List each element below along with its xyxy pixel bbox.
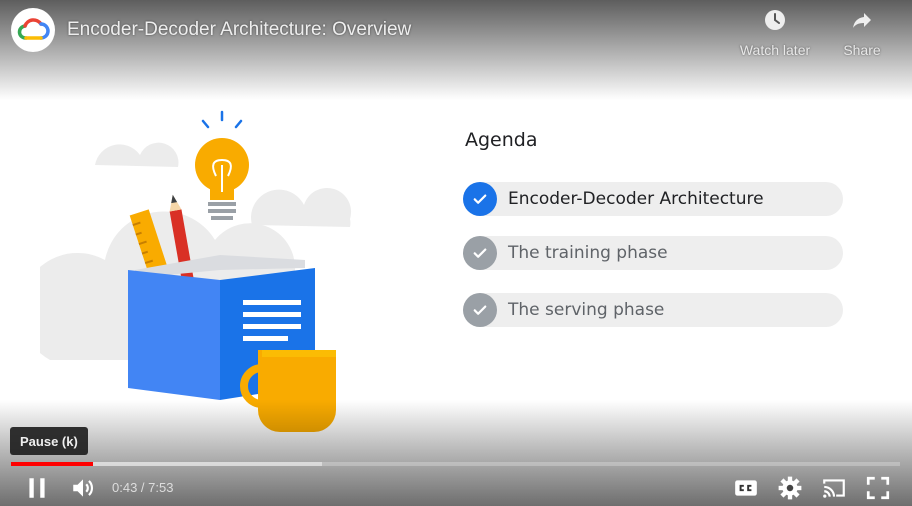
check-icon (463, 236, 497, 270)
video-title[interactable]: Encoder-Decoder Architecture: Overview (67, 19, 411, 41)
share-button[interactable]: Share (817, 8, 907, 64)
agenda-item-label: Encoder-Decoder Architecture (508, 189, 764, 209)
google-cloud-logo-icon (17, 18, 50, 40)
progress-bar[interactable] (11, 462, 900, 466)
share-arrow-icon (853, 13, 871, 28)
captions-icon (735, 480, 757, 496)
cast-icon (823, 479, 845, 498)
agenda-item-label: The training phase (508, 243, 668, 263)
settings-button[interactable] (776, 474, 804, 502)
volume-button[interactable] (69, 474, 97, 502)
current-time: 0:43 (112, 480, 138, 495)
agenda-item-label: The serving phase (508, 300, 665, 320)
progress-played (11, 462, 93, 466)
agenda-title: Agenda (465, 129, 538, 151)
agenda-item-training: The training phase (463, 236, 843, 270)
time-display: 0:43 / 7:53 (112, 480, 173, 495)
fullscreen-button[interactable] (864, 474, 892, 502)
cast-button[interactable] (820, 474, 848, 502)
pause-button[interactable] (23, 474, 51, 502)
pause-icon (29, 478, 45, 498)
check-icon (463, 182, 497, 216)
pause-tooltip: Pause (k) (10, 427, 88, 455)
agenda-item-serving: The serving phase (463, 293, 843, 327)
share-label: Share (843, 42, 881, 58)
check-icon (463, 293, 497, 327)
agenda-item-encoder-decoder: Encoder-Decoder Architecture (463, 182, 843, 216)
channel-avatar[interactable] (11, 8, 55, 52)
watch-later-label: Watch later (739, 42, 811, 58)
watch-later-button[interactable]: Watch later (730, 8, 820, 64)
settings-gear-icon (778, 476, 802, 500)
video-player[interactable]: Agenda Encoder-Decoder Architecture The … (0, 0, 912, 506)
clock-icon (765, 10, 785, 30)
duration: 7:53 (148, 480, 174, 495)
fullscreen-icon (866, 476, 890, 500)
time-separator: / (137, 480, 149, 495)
volume-icon (73, 479, 93, 497)
study-illustration (40, 110, 352, 432)
captions-button[interactable] (732, 474, 760, 502)
